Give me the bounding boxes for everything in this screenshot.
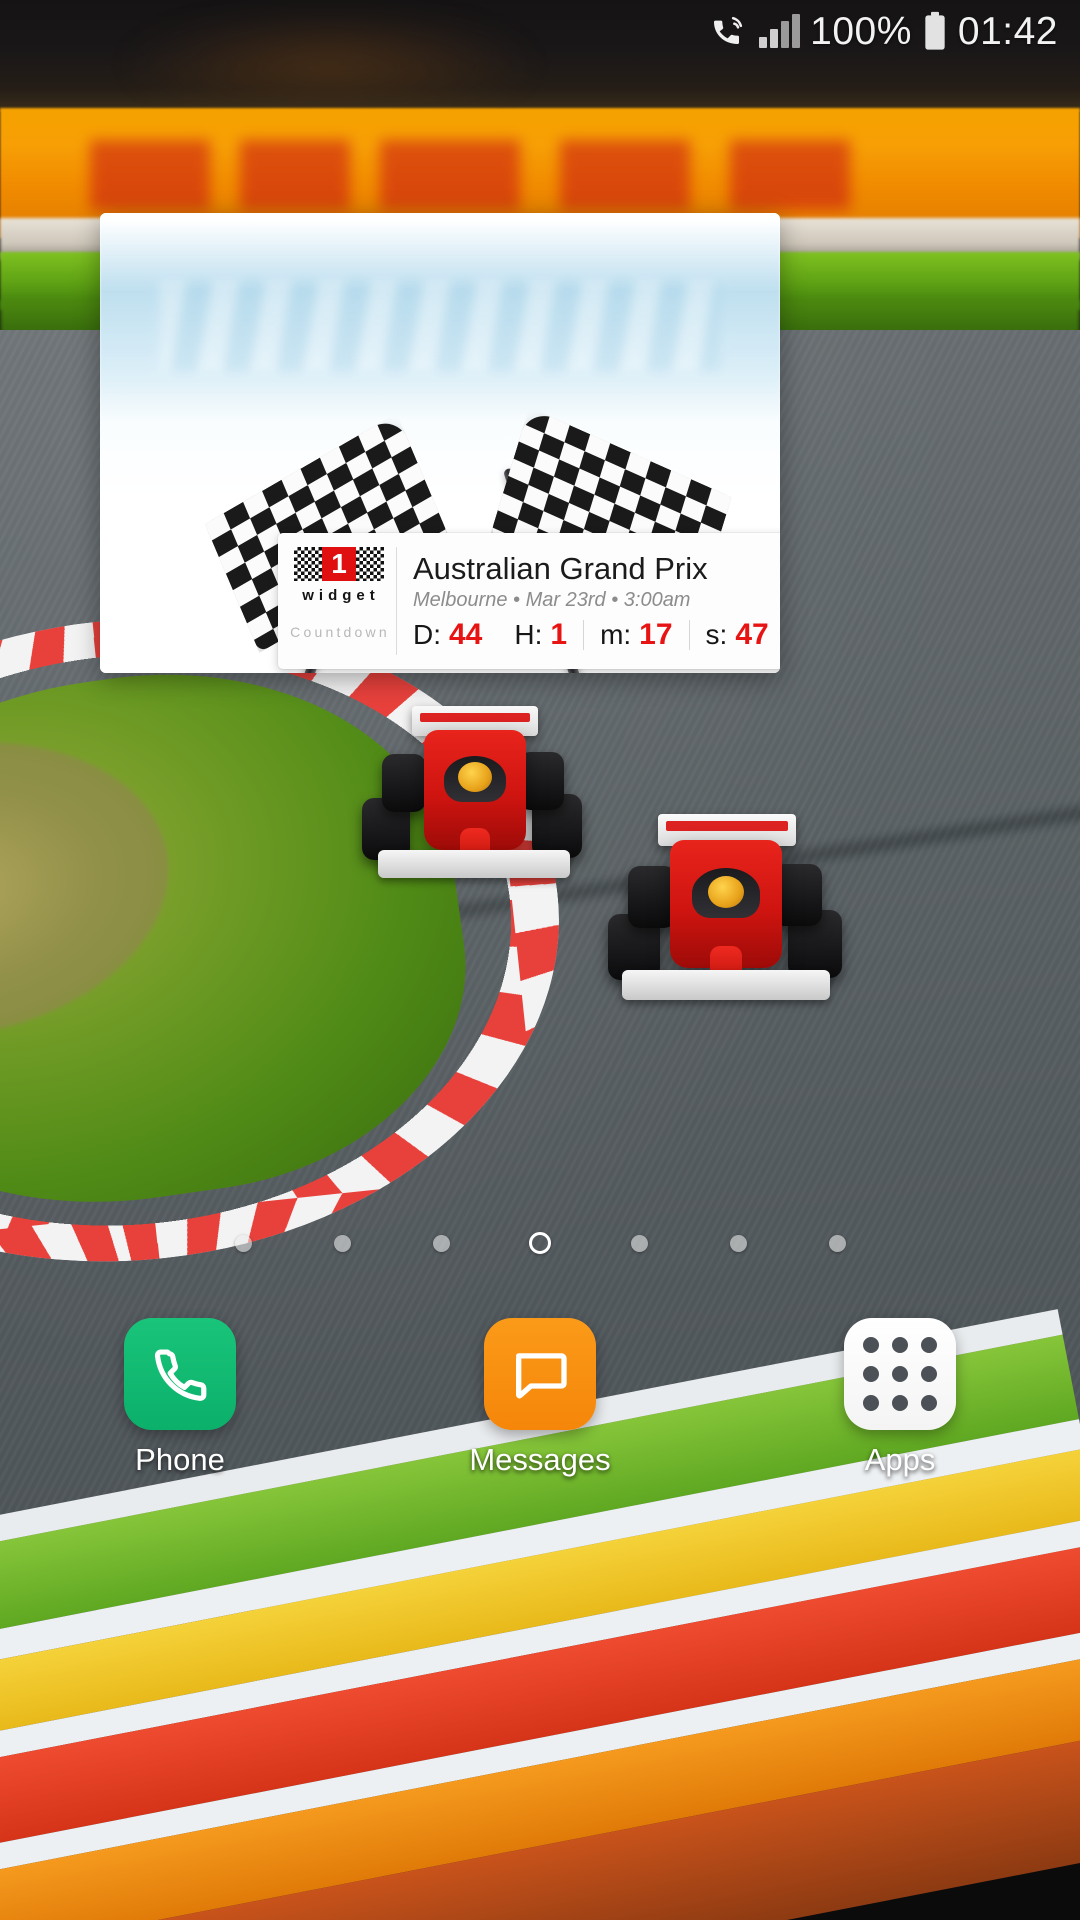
countdown-days-label: D: [413,618,441,650]
dock: Phone Messages Apps [0,1318,1080,1538]
page-dot [729,1234,747,1252]
brand-word-label: widget [302,587,380,604]
status-bar: 100% 01:42 [0,0,1080,62]
race-meta: Melbourne • Mar 23rd • 3:00am [413,588,691,611]
ringer-vibrate-icon [709,11,749,51]
phone-handset-icon[interactable] [124,1318,236,1430]
page-dot [333,1234,351,1252]
battery-icon [922,11,948,51]
rear-wing-sponsor-band [419,712,531,723]
page-dot-3[interactable] [392,1234,491,1252]
page-dot [630,1234,648,1252]
page-dot-7[interactable] [788,1234,887,1252]
countdown-seconds-label: s: [705,618,728,650]
apps-grid-icon[interactable] [844,1318,956,1430]
front-wing [622,970,830,1000]
page-dot-2[interactable] [293,1234,392,1252]
countdown-days-value: 44 [449,617,483,651]
logo-checker-left [294,547,322,581]
dock-item-apps[interactable]: Apps [805,1318,995,1475]
widget-brand: 1 widget Countdown [278,533,396,669]
page-dot-1[interactable] [194,1234,293,1252]
logo-checker-right [356,547,384,581]
signal-bars-icon [759,14,801,48]
tyre-rear-left [628,866,676,928]
countdown-minutes: m: 17 [584,618,688,652]
f1-widget-logo-icon: 1 [294,547,384,581]
countdown-hours-value: 1 [550,617,568,651]
page-dot [234,1234,252,1252]
race-title: Australian Grand Prix [413,551,708,587]
brand-subtitle-label: Countdown [290,624,390,640]
race-info: Australian Grand Prix Melbourne • Mar 23… [397,533,780,669]
apps-grid-dots [863,1337,937,1411]
page-dot-4[interactable] [491,1232,590,1254]
page-dot [828,1234,846,1252]
race-info-card[interactable]: 1 widget Countdown Australian Grand Prix… [278,533,780,669]
driver-helmet [708,876,744,908]
countdown-hours-label: H: [514,618,543,650]
dock-label-phone: Phone [135,1442,225,1477]
countdown-hours: H: 1 [498,618,583,652]
wallpaper-barrier-advert [90,140,850,210]
wallpaper-f1-car-trailing [600,810,850,1020]
dock-item-phone[interactable]: Phone [85,1318,275,1475]
countdown-days: D: 44 [413,618,498,652]
dock-item-messages[interactable]: Messages [445,1318,635,1475]
dock-label-apps: Apps [864,1442,936,1477]
wallpaper-f1-car-leading [360,700,590,900]
countdown-minutes-value: 17 [639,617,673,651]
page-dot-active [529,1232,551,1254]
logo-digit-one: 1 [322,547,356,581]
rear-wing-sponsor-band [666,821,788,832]
tyre-rear-left [382,754,426,812]
countdown-row: D: 44 H: 1 m: 17 s: 47 [413,618,780,652]
widget-sky-graphic [100,221,780,421]
page-indicator[interactable] [0,1232,1080,1254]
battery-percent-label: 100% [810,9,912,53]
f1-countdown-widget[interactable]: 1 widget Countdown Australian Grand Prix… [100,213,780,673]
countdown-seconds: s: 47 [690,618,780,652]
dock-label-messages: Messages [469,1442,611,1477]
front-wing [378,850,570,878]
page-dot-6[interactable] [689,1234,788,1252]
page-dot [432,1234,450,1252]
speech-bubble-icon[interactable] [484,1318,596,1430]
driver-helmet [458,762,492,792]
countdown-minutes-label: m: [600,618,632,650]
page-dot-5[interactable] [590,1234,689,1252]
status-bar-clock: 01:42 [957,9,1058,53]
countdown-seconds-value: 47 [735,617,769,651]
